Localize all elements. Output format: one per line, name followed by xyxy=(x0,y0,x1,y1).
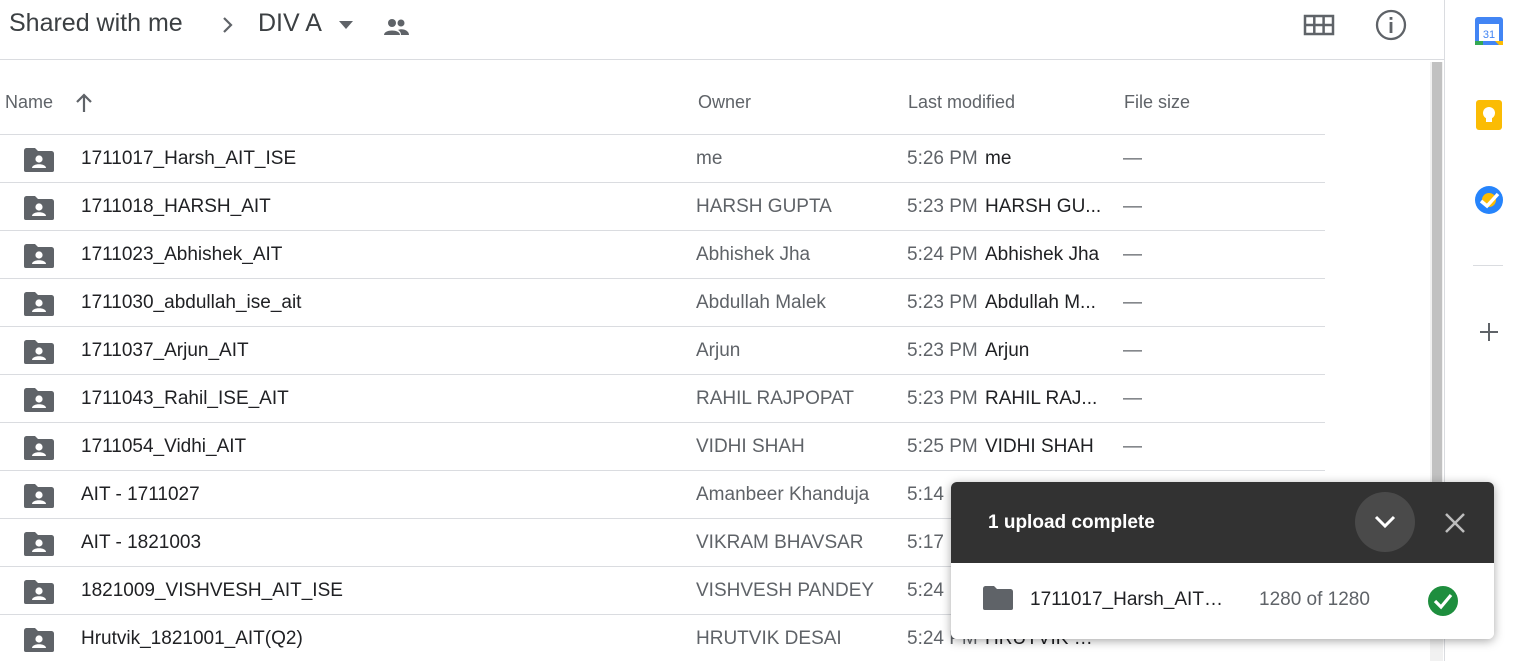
modified-by: HARSH GU... xyxy=(985,196,1102,217)
breadcrumb-current-folder[interactable]: DIV A xyxy=(258,9,322,38)
add-icon[interactable] xyxy=(1477,320,1501,344)
owner-name: RAHIL RAJPOPAT xyxy=(696,388,855,409)
table-row[interactable]: 1711054_Vidhi_AIT VIDHI SHAH 5:25 PM VIDHI … xyxy=(0,423,1325,471)
owner-name: Abhishek Jha xyxy=(696,244,811,265)
table-row[interactable]: 1711043_Rahil_ISE_AIT RAHIL RAJPOPAT 5:23 … xyxy=(0,375,1325,423)
file-name: 1711017_Harsh_AIT_ISE xyxy=(81,148,297,169)
people-icon[interactable] xyxy=(382,15,410,39)
chevron-right-icon xyxy=(223,17,233,33)
upload-file-name: 1711017_Harsh_AIT_ISE xyxy=(1030,589,1230,610)
table-row[interactable]: 1711030_abdullah_ise_ait Abdullah Malek 5:… xyxy=(0,279,1325,327)
modified-time: 5:24 PM xyxy=(907,244,978,265)
owner-name: me xyxy=(696,148,723,169)
close-icon[interactable] xyxy=(1443,511,1467,535)
shared-folder-icon xyxy=(24,484,54,508)
file-name: 1821009_VISHVESH_AIT_ISE xyxy=(81,580,343,601)
file-name: 1711023_Abhishek_AIT xyxy=(81,244,283,265)
upload-status-title: 1 upload complete xyxy=(988,512,1155,533)
upload-panel: 1 upload complete 1711017_Harsh_AIT_ISE … xyxy=(951,482,1494,639)
modified-time: 5:25 PM xyxy=(907,436,978,457)
file-size: — xyxy=(1123,148,1142,169)
table-row[interactable]: 1711017_Harsh_AIT_ISE me 5:26 PM me — xyxy=(0,135,1325,183)
file-size: — xyxy=(1123,244,1142,265)
check-circle-icon xyxy=(1428,586,1458,616)
file-size: — xyxy=(1123,292,1142,313)
owner-name: Arjun xyxy=(696,340,741,361)
shared-folder-icon xyxy=(24,340,54,364)
modified-by: RAHIL RAJ... xyxy=(985,388,1098,409)
owner-name: HRUTVIK DESAI xyxy=(696,628,842,649)
modified-by: Abdullah M... xyxy=(985,292,1096,313)
table-row[interactable]: 1711037_Arjun_AIT Arjun 5:23 PM Arjun — xyxy=(0,327,1325,375)
scrollbar-thumb[interactable] xyxy=(1432,62,1442,492)
file-size: — xyxy=(1123,196,1142,217)
column-header-name[interactable]: Name xyxy=(5,92,53,113)
calendar-day: 31 xyxy=(1483,29,1495,41)
file-name: AIT - 1821003 xyxy=(81,532,202,553)
table-row[interactable]: 1711023_Abhishek_AIT Abhishek Jha 5:24 PM A… xyxy=(0,231,1325,279)
owner-name: Amanbeer Khanduja xyxy=(696,484,870,505)
modified-time: 5:17 xyxy=(907,532,944,553)
owner-name: Abdullah Malek xyxy=(696,292,826,313)
file-name: 1711018_HARSH_AIT xyxy=(81,196,271,217)
arrow-drop-down-icon[interactable] xyxy=(336,18,356,32)
divider xyxy=(1473,265,1503,266)
file-size: — xyxy=(1123,436,1142,457)
modified-time: 5:26 PM xyxy=(907,148,978,169)
modified-time: 5:24 xyxy=(907,580,944,601)
chevron-down-icon xyxy=(1374,515,1396,529)
file-name: 1711037_Arjun_AIT xyxy=(81,340,249,361)
upload-panel-header: 1 upload complete xyxy=(951,482,1494,563)
shared-folder-icon xyxy=(24,292,54,316)
info-icon[interactable] xyxy=(1374,8,1408,42)
column-header-last-modified[interactable]: Last modified xyxy=(908,92,1015,113)
file-size: — xyxy=(1123,388,1142,409)
keep-icon[interactable] xyxy=(1473,99,1505,131)
modified-by: Arjun xyxy=(985,340,1030,361)
tasks-icon[interactable] xyxy=(1473,184,1505,216)
breadcrumb-shared-with-me[interactable]: Shared with me xyxy=(9,9,183,38)
collapse-button[interactable] xyxy=(1355,492,1415,552)
owner-name: VIDHI SHAH xyxy=(696,436,805,457)
shared-folder-icon xyxy=(24,580,54,604)
file-name: 1711054_Vidhi_AIT xyxy=(81,436,247,457)
shared-folder-icon xyxy=(24,436,54,460)
modified-by: me xyxy=(985,148,1012,169)
file-name: 1711030_abdullah_ise_ait xyxy=(81,292,302,313)
file-size: — xyxy=(1123,340,1142,361)
upload-progress-text: 1280 of 1280 xyxy=(1259,589,1370,610)
modified-time: 5:23 PM xyxy=(907,196,978,217)
top-bar: Shared with me DIV A xyxy=(0,0,1444,60)
file-name: 1711043_Rahil_ISE_AIT xyxy=(81,388,289,409)
modified-time: 5:14 xyxy=(907,484,944,505)
folder-icon xyxy=(983,586,1013,610)
owner-name: VISHVESH PANDEY xyxy=(696,580,875,601)
table-row[interactable]: 1711018_HARSH_AIT HARSH GUPTA 5:23 PM HARSH… xyxy=(0,183,1325,231)
modified-time: 5:23 PM xyxy=(907,340,978,361)
grid-view-icon[interactable] xyxy=(1302,10,1336,40)
calendar-icon[interactable]: 31 xyxy=(1473,15,1505,47)
shared-folder-icon xyxy=(24,196,54,220)
owner-name: HARSH GUPTA xyxy=(696,196,832,217)
upload-item[interactable]: 1711017_Harsh_AIT_ISE 1280 of 1280 xyxy=(951,563,1494,639)
modified-time: 5:23 PM xyxy=(907,388,978,409)
shared-folder-icon xyxy=(24,244,54,268)
owner-name: VIKRAM BHAVSAR xyxy=(696,532,864,553)
shared-folder-icon xyxy=(24,148,54,172)
column-header-owner[interactable]: Owner xyxy=(698,92,751,113)
shared-folder-icon xyxy=(24,388,54,412)
shared-folder-icon xyxy=(24,532,54,556)
arrow-up-icon[interactable] xyxy=(73,92,95,114)
shared-folder-icon xyxy=(24,628,54,652)
file-name: Hrutvik_1821001_AIT(Q2) xyxy=(81,628,303,649)
file-name: AIT - 1711027 xyxy=(81,484,200,505)
modified-by: VIDHI SHAH xyxy=(985,436,1094,457)
modified-by: Abhishek Jha xyxy=(985,244,1100,265)
modified-time: 5:23 PM xyxy=(907,292,978,313)
column-header-file-size[interactable]: File size xyxy=(1124,92,1190,113)
